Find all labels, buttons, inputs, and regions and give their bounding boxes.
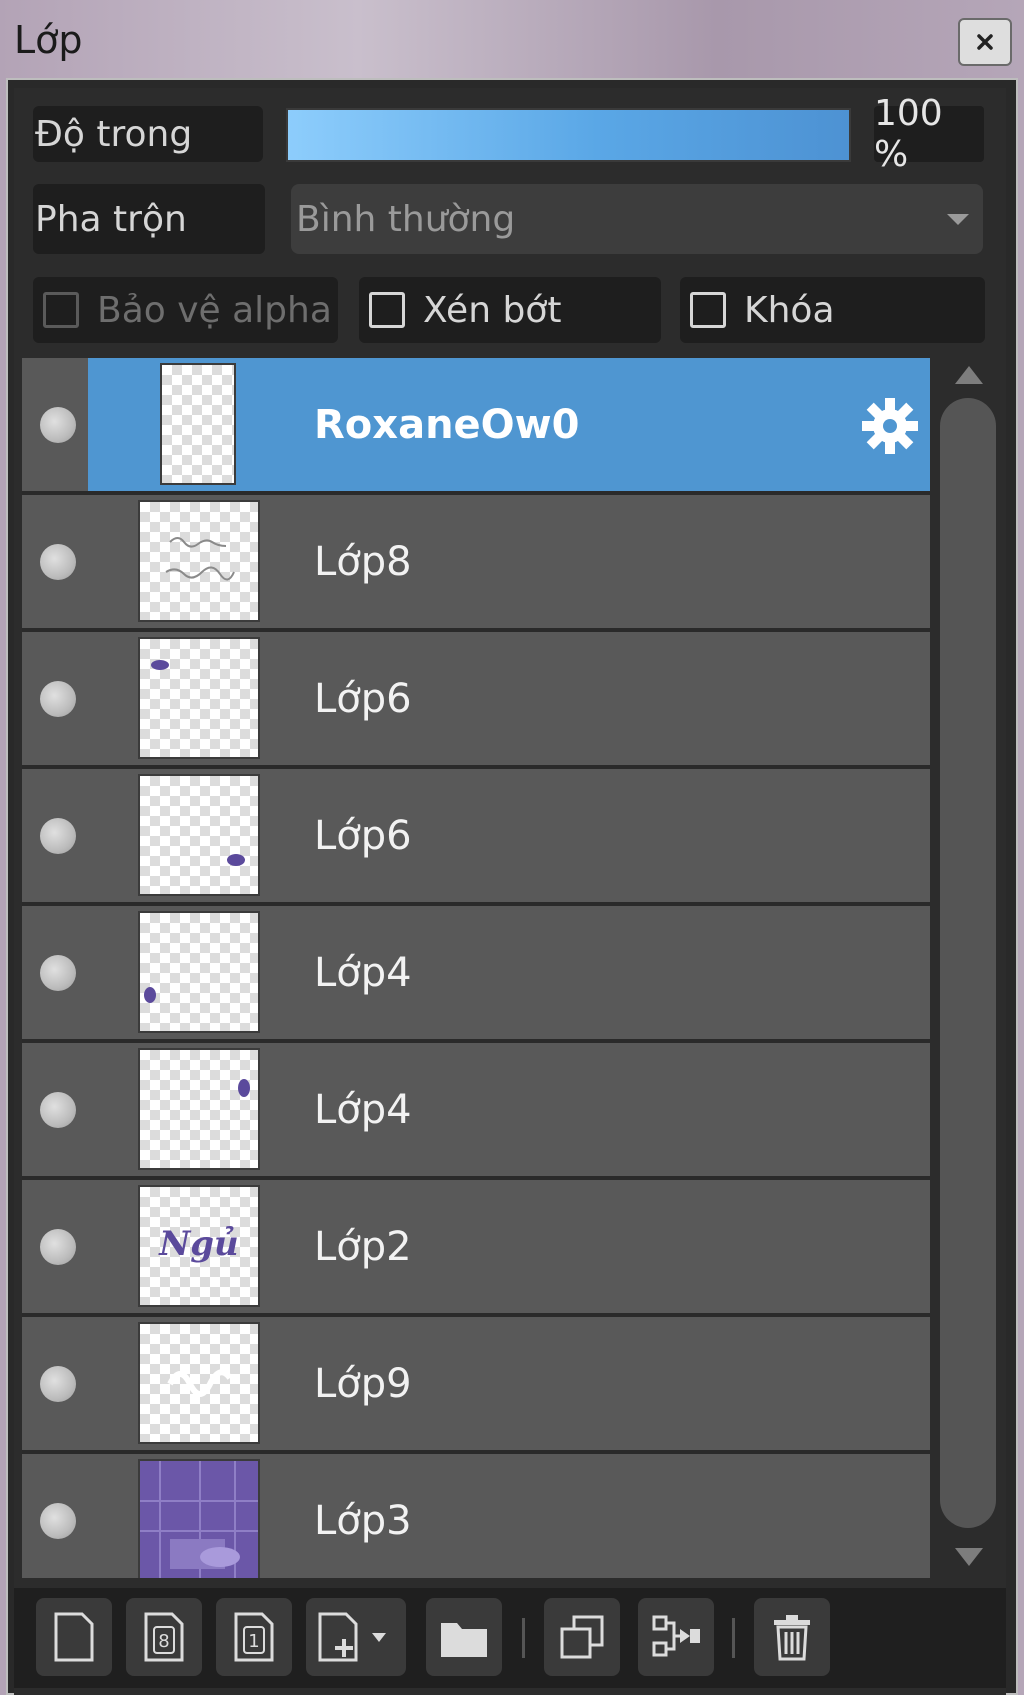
layer-list[interactable]: RoxaneOw0 Lớp8 Lớp6 Lớp6 Lớp4 Lớp4 Ngủ L… — [22, 358, 930, 1578]
layer-name: Lớp4 — [314, 949, 412, 996]
layer-thumbnail — [140, 776, 258, 894]
layer-thumbnail — [140, 1324, 258, 1442]
layer-name: Lớp4 — [314, 1086, 412, 1133]
opacity-label: Độ trong — [33, 106, 263, 162]
delete-layer-button[interactable] — [754, 1598, 830, 1676]
layer-name: Lớp8 — [314, 538, 412, 585]
blend-mode-dropdown[interactable]: Bình thường — [291, 184, 983, 254]
layer-row[interactable]: Lớp4 — [22, 1043, 930, 1180]
title-bar[interactable]: Lớp — [0, 0, 1024, 80]
layer-list-scrollbar[interactable] — [936, 358, 1000, 1580]
layer-row[interactable]: Lớp6 — [22, 769, 930, 906]
duplicate-layer-icon — [560, 1615, 604, 1659]
blend-label: Pha trộn — [33, 184, 265, 254]
window-title: Lớp — [14, 18, 83, 62]
protect-alpha-option: Bảo vệ alpha — [33, 277, 338, 343]
layer-window: Lớp Độ trong 100 % Pha trộn Bình thường … — [0, 0, 1024, 1695]
close-button[interactable] — [958, 18, 1012, 66]
opacity-value[interactable]: 100 % — [874, 93, 984, 175]
scroll-up-icon[interactable] — [955, 366, 983, 384]
toolbar-separator — [522, 1618, 525, 1658]
visibility-toggle[interactable] — [40, 544, 76, 580]
visibility-toggle[interactable] — [40, 1366, 76, 1402]
layer-name: RoxaneOw0 — [314, 401, 580, 448]
lock-checkbox[interactable] — [690, 292, 726, 328]
layer-row[interactable]: Lớp8 — [22, 495, 930, 632]
clipping-label: Xén bớt — [423, 289, 562, 331]
layer-row[interactable]: RoxaneOw0 — [22, 358, 930, 495]
layer-thumbnail — [162, 365, 234, 483]
new-layer-icon — [54, 1612, 94, 1662]
add-layer-menu-button[interactable] — [306, 1598, 406, 1676]
protect-alpha-label: Bảo vệ alpha — [97, 289, 332, 331]
layer-name: Lớp3 — [314, 1497, 412, 1544]
visibility-toggle[interactable] — [40, 955, 76, 991]
new-folder-button[interactable] — [426, 1598, 502, 1676]
layer-thumbnail — [140, 913, 258, 1031]
layer-row[interactable]: Lớp3 — [22, 1454, 930, 1578]
chevron-down-icon — [947, 214, 969, 225]
layer-row[interactable]: Lớp9 — [22, 1317, 930, 1454]
new-layer-button[interactable] — [36, 1598, 112, 1676]
layer-name: Lớp6 — [314, 812, 412, 859]
merge-down-icon — [652, 1615, 700, 1657]
visibility-toggle[interactable] — [40, 681, 76, 717]
gear-icon[interactable] — [858, 394, 922, 458]
layer-row[interactable]: Ngủ Lớp2 — [22, 1180, 930, 1317]
layer-thumbnail — [140, 1461, 258, 1578]
new-folder-icon — [441, 1623, 487, 1657]
svg-text:Ngủ: Ngủ — [158, 1224, 239, 1264]
layer-toolbar: 8 1 — [14, 1588, 1006, 1688]
close-icon — [977, 34, 993, 50]
clipping-checkbox[interactable] — [369, 292, 405, 328]
lock-label: Khóa — [744, 289, 835, 331]
layer-thumbnail — [140, 639, 258, 757]
new-1bit-layer-button[interactable]: 1 — [216, 1598, 292, 1676]
merge-down-button[interactable] — [638, 1598, 714, 1676]
visibility-toggle[interactable] — [40, 1503, 76, 1539]
svg-text:1: 1 — [248, 1631, 259, 1652]
visibility-toggle[interactable] — [40, 818, 76, 854]
scroll-down-icon[interactable] — [955, 1548, 983, 1566]
layer-name: Lớp9 — [314, 1360, 412, 1407]
opacity-slider[interactable] — [286, 108, 851, 162]
add-layer-menu-icon — [318, 1612, 386, 1662]
clipping-option[interactable]: Xén bớt — [359, 277, 661, 343]
layer-thumbnail — [140, 1050, 258, 1168]
visibility-toggle[interactable] — [40, 407, 76, 443]
new-8bit-layer-button[interactable]: 8 — [126, 1598, 202, 1676]
delete-layer-icon — [774, 1615, 810, 1661]
layer-name: Lớp6 — [314, 675, 412, 722]
layer-thumbnail: Ngủ — [140, 1187, 258, 1305]
toolbar-separator — [732, 1618, 735, 1658]
layer-row[interactable]: Lớp6 — [22, 632, 930, 769]
duplicate-layer-button[interactable] — [544, 1598, 620, 1676]
protect-alpha-checkbox — [43, 292, 79, 328]
scrollbar-thumb[interactable] — [940, 398, 996, 1528]
svg-text:8: 8 — [158, 1631, 169, 1652]
new-1bit-layer-icon: 1 — [234, 1612, 274, 1662]
visibility-toggle[interactable] — [40, 1229, 76, 1265]
visibility-toggle[interactable] — [40, 1092, 76, 1128]
layer-name: Lớp2 — [314, 1223, 412, 1270]
layer-thumbnail — [140, 502, 258, 620]
new-8bit-layer-icon: 8 — [144, 1612, 184, 1662]
blend-mode-value: Bình thường — [296, 198, 516, 240]
layer-row[interactable]: Lớp4 — [22, 906, 930, 1043]
lock-option[interactable]: Khóa — [680, 277, 985, 343]
